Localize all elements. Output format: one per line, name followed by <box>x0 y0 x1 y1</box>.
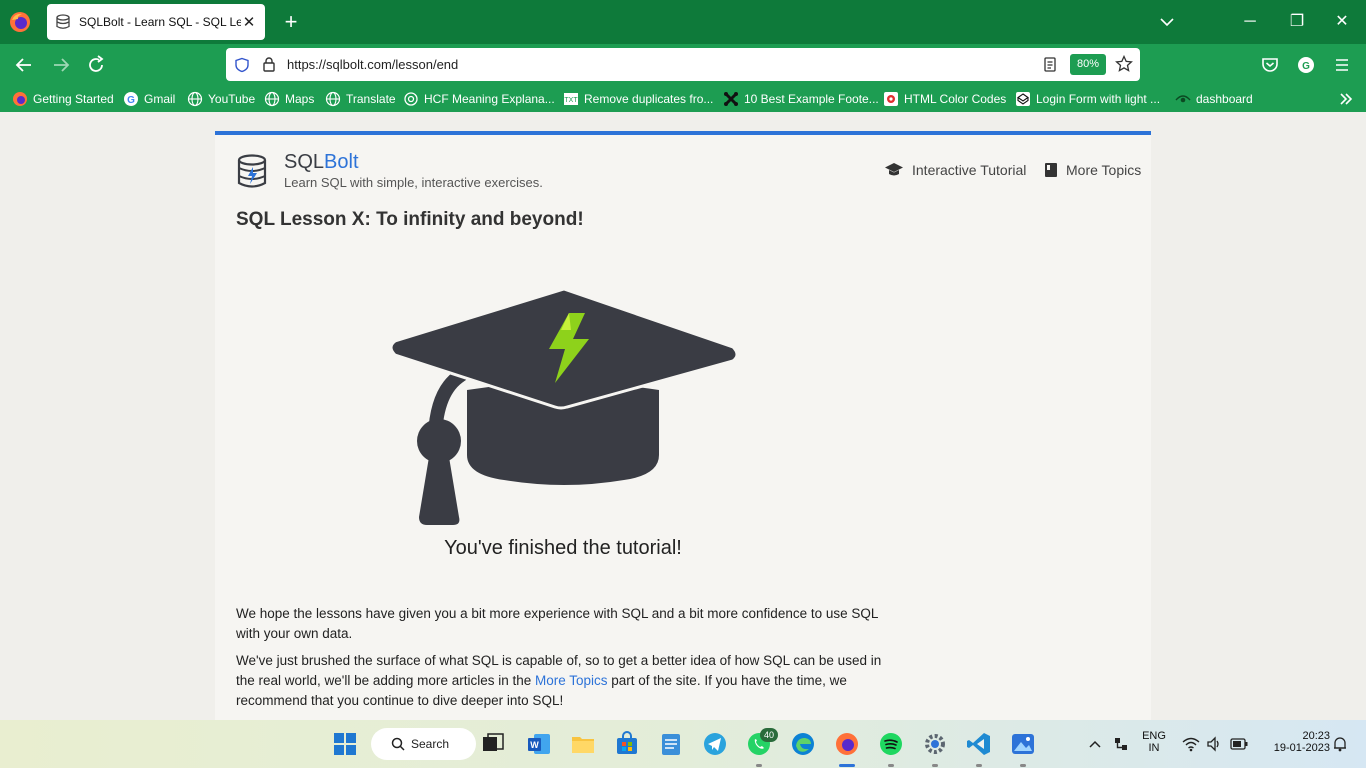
running-indicator <box>976 764 982 767</box>
windows-start-icon[interactable] <box>332 731 358 757</box>
tab-title: SQLBolt - Learn SQL - SQL Lesson X: To i… <box>79 15 241 29</box>
language-indicator[interactable]: ENG IN <box>1138 730 1170 754</box>
lesson-title: SQL Lesson X: To infinity and beyond! <box>236 209 584 230</box>
active-tab[interactable]: SQLBolt - Learn SQL - SQL Lesson X: To i… <box>47 4 265 40</box>
bookmark-remove-duplicates[interactable]: TXT Remove duplicates fro... <box>563 91 713 107</box>
list-all-tabs-icon[interactable] <box>1156 12 1178 32</box>
svg-text:W: W <box>530 740 539 750</box>
account-avatar-icon[interactable]: G <box>1294 53 1318 77</box>
paragraph-2: We've just brushed the surface of what S… <box>236 653 882 708</box>
url-text[interactable]: https://sqlbolt.com/lesson/end <box>287 57 458 72</box>
google-icon: G <box>124 92 138 106</box>
txt-icon: TXT <box>564 93 578 105</box>
close-window-button[interactable]: ✕ <box>1330 10 1354 34</box>
tab-bar: SQLBolt - Learn SQL - SQL Lesson X: To i… <box>0 0 1366 44</box>
bookmark-translate[interactable]: Translate <box>325 91 396 107</box>
firefox-taskbar-icon[interactable] <box>834 731 860 757</box>
navigation-toolbar: https://sqlbolt.com/lesson/end 80% G <box>0 44 1366 86</box>
back-icon[interactable] <box>12 53 36 77</box>
openai-icon <box>404 92 418 106</box>
color-icon <box>884 92 898 106</box>
bookmark-getting-started[interactable]: Getting Started <box>12 91 114 107</box>
svg-text:G: G <box>1302 61 1310 72</box>
firefox-icon <box>13 92 27 106</box>
graduation-cap-icon <box>885 163 903 176</box>
globe-icon <box>187 91 203 107</box>
photos-icon[interactable] <box>1010 731 1036 757</box>
file-explorer-icon[interactable] <box>570 731 596 757</box>
taskbar-search[interactable]: Search <box>371 728 476 760</box>
battery-icon[interactable] <box>1230 737 1248 751</box>
site-tagline: Learn SQL with simple, interactive exerc… <box>284 175 543 190</box>
forward-icon[interactable] <box>49 53 73 77</box>
new-tab-button[interactable]: + <box>280 10 302 34</box>
zoom-level-badge[interactable]: 80% <box>1070 54 1106 75</box>
tab-close-icon[interactable]: ✕ <box>241 13 257 31</box>
tracking-shield-icon[interactable] <box>234 57 250 73</box>
database-favicon-icon <box>56 14 70 29</box>
firefox-menu-icon[interactable] <box>9 11 31 33</box>
bookmark-maps[interactable]: Maps <box>264 91 314 107</box>
reader-view-icon[interactable] <box>1042 56 1058 73</box>
network-devices-icon[interactable] <box>1112 735 1130 753</box>
finished-message: You've finished the tutorial! <box>444 537 682 559</box>
brand-name[interactable]: SQLBolt <box>284 151 359 174</box>
volume-icon[interactable] <box>1206 736 1222 752</box>
microsoft-store-icon[interactable] <box>614 731 640 757</box>
paragraph-1: We hope the lessons have given you a bit… <box>236 606 878 641</box>
minimize-button[interactable]: ─ <box>1238 10 1262 34</box>
bookmark-footer-examples[interactable]: 10 Best Example Foote... <box>723 91 879 107</box>
vscode-icon[interactable] <box>966 731 992 757</box>
joomla-icon <box>724 92 738 106</box>
windows-taskbar: Search W 40 ENG IN 20:23 19-01-2023 <box>0 720 1366 768</box>
bookmark-login-form[interactable]: Login Form with light ... <box>1015 91 1160 107</box>
clock[interactable]: 20:23 19-01-2023 <box>1258 730 1330 754</box>
codepen-icon <box>1016 92 1030 106</box>
hamburger-menu-icon[interactable] <box>1330 53 1354 77</box>
eye-icon <box>1175 95 1191 103</box>
nav-more-topics[interactable]: More Topics <box>1044 162 1141 178</box>
page-viewport: SQLBolt Learn SQL with simple, interacti… <box>0 112 1366 720</box>
restore-button[interactable]: ❐ <box>1285 10 1309 34</box>
telegram-icon[interactable] <box>702 731 728 757</box>
tray-overflow-chevron-icon[interactable] <box>1088 737 1102 751</box>
address-bar[interactable]: https://sqlbolt.com/lesson/end 80% <box>226 48 1140 81</box>
task-view-icon[interactable] <box>480 731 506 757</box>
running-indicator <box>888 764 894 767</box>
wifi-icon[interactable] <box>1182 736 1200 752</box>
search-icon <box>391 737 405 751</box>
word-icon[interactable]: W <box>526 731 552 757</box>
notification-bell-icon[interactable] <box>1332 736 1348 752</box>
running-indicator <box>756 764 762 767</box>
more-bookmarks-chevron-icon[interactable] <box>1337 90 1355 108</box>
lock-icon[interactable] <box>261 56 277 73</box>
globe-icon <box>264 91 280 107</box>
bookmark-html-color-codes[interactable]: HTML Color Codes <box>883 91 1006 107</box>
notepad-icon[interactable] <box>658 731 684 757</box>
running-indicator <box>932 764 938 767</box>
more-topics-link[interactable]: More Topics <box>535 673 608 688</box>
bookmark-gmail[interactable]: G Gmail <box>123 91 175 107</box>
bookmark-hcf-meaning[interactable]: HCF Meaning Explana... <box>403 91 555 107</box>
globe-icon <box>325 91 341 107</box>
settings-gear-icon[interactable] <box>922 731 948 757</box>
edge-icon[interactable] <box>790 731 816 757</box>
sqlbolt-logo-icon[interactable] <box>236 154 268 190</box>
bookmark-star-icon[interactable] <box>1115 55 1133 73</box>
graduation-cap-illustration <box>389 287 739 525</box>
reload-icon[interactable] <box>84 53 108 77</box>
pocket-icon[interactable] <box>1258 53 1282 77</box>
running-indicator <box>1020 764 1026 767</box>
book-icon <box>1045 163 1057 177</box>
bookmark-youtube[interactable]: YouTube <box>187 91 255 107</box>
bookmarks-toolbar: Getting Started G Gmail YouTube Maps Tra… <box>0 86 1366 112</box>
nav-interactive-tutorial[interactable]: Interactive Tutorial <box>884 162 1026 178</box>
whatsapp-unread-badge: 40 <box>760 728 778 742</box>
bookmark-dashboard[interactable]: dashboard <box>1175 91 1253 107</box>
svg-text:G: G <box>127 95 135 106</box>
active-app-indicator <box>839 764 855 767</box>
spotify-icon[interactable] <box>878 731 904 757</box>
content-card: SQLBolt Learn SQL with simple, interacti… <box>215 131 1151 720</box>
svg-text:TXT: TXT <box>564 97 578 104</box>
